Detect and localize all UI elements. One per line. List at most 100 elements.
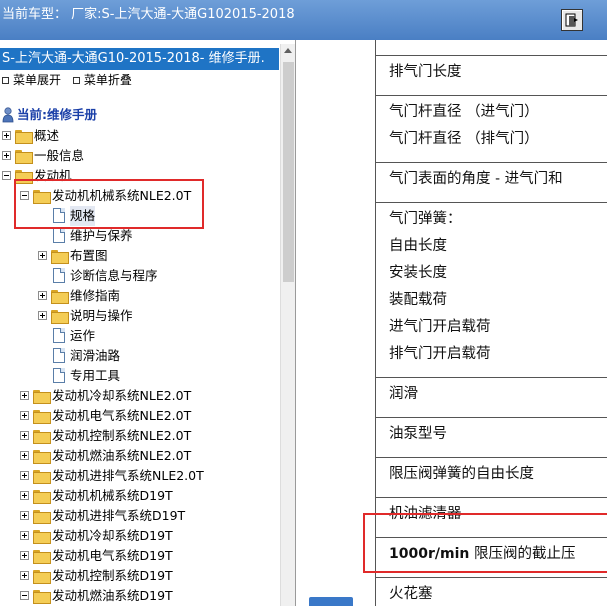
- tree-item-label: 说明与操作: [70, 308, 133, 323]
- tree-item-label: 发动机电气系统D19T: [52, 548, 173, 563]
- folder-icon: [15, 150, 33, 164]
- expand-plus-icon[interactable]: [2, 131, 11, 140]
- expand-plus-icon[interactable]: [20, 411, 29, 420]
- spec-text: 排气门长度: [389, 64, 462, 80]
- spec-table: 排气门长度 气门杆直径 （进气门） 气门杆直径 （排气门） 气门表面的角度 - 进气门…: [375, 40, 607, 606]
- tree-item[interactable]: 运作: [0, 326, 279, 346]
- collapse-minus-icon[interactable]: [20, 191, 29, 200]
- window-title: 当前车型： 厂家:S-上汽大通-大通G102015-2018: [2, 7, 295, 22]
- tree-item[interactable]: 一般信息: [0, 146, 279, 166]
- tree-item-label: 规格: [70, 206, 96, 226]
- spec-text: 安装长度: [389, 265, 447, 281]
- tree-item-label: 发动机控制系统D19T: [52, 568, 173, 583]
- spec-row: 油泵型号: [376, 417, 607, 457]
- expand-plus-icon[interactable]: [20, 571, 29, 580]
- tree-item-label: 概述: [34, 128, 60, 143]
- tree-item[interactable]: 发动机进排气系统D19T: [0, 506, 279, 526]
- exit-button[interactable]: [561, 9, 583, 31]
- spec-text: 油泵型号: [389, 426, 447, 442]
- tree-item[interactable]: 诊断信息与程序: [0, 266, 279, 286]
- folder-icon: [33, 510, 51, 524]
- folder-icon: [33, 410, 51, 424]
- tree-item[interactable]: 概述: [0, 126, 279, 146]
- expand-plus-icon[interactable]: [38, 311, 47, 320]
- tree-item[interactable]: 发动机冷却系统NLE2.0T: [0, 386, 279, 406]
- tree-item-label: 维护与保养: [70, 228, 133, 243]
- tree-item[interactable]: 维护与保养: [0, 226, 279, 246]
- expand-plus-icon[interactable]: [2, 151, 11, 160]
- folder-icon: [33, 430, 51, 444]
- spec-row: 火花塞: [376, 577, 607, 606]
- collapse-all-button[interactable]: 菜单折叠: [71, 71, 132, 88]
- document-icon: [53, 208, 65, 223]
- tree-item[interactable]: 发动机控制系统D19T: [0, 566, 279, 586]
- tree-item-label: 运作: [70, 328, 96, 343]
- expand-plus-icon[interactable]: [20, 391, 29, 400]
- tree-item[interactable]: 发动机电气系统NLE2.0T: [0, 406, 279, 426]
- expand-plus-icon[interactable]: [20, 431, 29, 440]
- tree-item[interactable]: 发动机进排气系统NLE2.0T: [0, 466, 279, 486]
- tree-item[interactable]: 发动机燃油系统D19T: [0, 586, 279, 606]
- expand-plus-icon[interactable]: [20, 531, 29, 540]
- tree-item[interactable]: 润滑油路: [0, 346, 279, 366]
- document-icon: [53, 268, 65, 283]
- tree-item[interactable]: 规格: [0, 206, 279, 226]
- expand-plus-icon[interactable]: [20, 511, 29, 520]
- collapse-minus-icon[interactable]: [2, 171, 11, 180]
- folder-icon: [15, 130, 33, 144]
- tree-item-label: 诊断信息与程序: [70, 268, 158, 283]
- tree-item[interactable]: 说明与操作: [0, 306, 279, 326]
- document-icon: [53, 328, 65, 343]
- tree-item[interactable]: 发动机: [0, 166, 279, 186]
- folder-icon: [51, 290, 69, 304]
- tree-item[interactable]: 布置图: [0, 246, 279, 266]
- expand-icon: [2, 76, 9, 84]
- expand-plus-icon[interactable]: [20, 491, 29, 500]
- expand-all-label: 菜单展开: [13, 73, 62, 87]
- tree-item[interactable]: 发动机控制系统NLE2.0T: [0, 426, 279, 446]
- spec-text: 气门杆直径 （进气门）: [389, 104, 539, 120]
- document-icon: [53, 348, 65, 363]
- tree-item[interactable]: 发动机电气系统D19T: [0, 546, 279, 566]
- manual-title: S-上汽大通-大通G10-2015-2018- 维修手册.: [0, 48, 279, 70]
- spec-text: 机油滤清器: [389, 506, 462, 522]
- sidebar-scrollbar[interactable]: [280, 44, 295, 606]
- expand-plus-icon[interactable]: [20, 451, 29, 460]
- document-icon: [53, 368, 65, 383]
- tree-item[interactable]: 维修指南: [0, 286, 279, 306]
- spec-text: 润滑: [389, 386, 418, 402]
- expand-plus-icon[interactable]: [38, 251, 47, 260]
- tree-item-label: 布置图: [70, 248, 108, 263]
- top-bar: 当前车型： 厂家:S-上汽大通-大通G102015-2018: [0, 0, 607, 40]
- folder-icon: [33, 570, 51, 584]
- scroll-up-icon[interactable]: [284, 48, 292, 53]
- tree-root[interactable]: 当前:维修手册: [0, 105, 279, 125]
- sidebar-panel: S-上汽大通-大通G10-2015-2018- 维修手册. 菜单展开 菜单折叠 …: [0, 40, 296, 606]
- expand-plus-icon[interactable]: [20, 551, 29, 560]
- spec-text: 火花塞: [389, 586, 433, 602]
- scrollbar-thumb[interactable]: [283, 62, 294, 282]
- menu-actions: 菜单展开 菜单折叠: [0, 71, 138, 89]
- spec-row: 气门弹簧： 自由长度 安装长度 装配载荷 进气门开启载荷 排气门开启载荷: [376, 202, 607, 377]
- spec-text: 自由长度: [389, 238, 447, 254]
- tree-item[interactable]: 发动机机械系统NLE2.0T: [0, 186, 279, 206]
- expand-plus-icon[interactable]: [20, 471, 29, 480]
- expand-all-button[interactable]: 菜单展开: [0, 71, 61, 88]
- folder-icon: [33, 190, 51, 204]
- tree-item-label: 润滑油路: [70, 348, 121, 363]
- folder-icon: [33, 530, 51, 544]
- expand-plus-icon[interactable]: [38, 291, 47, 300]
- tree-item[interactable]: 发动机燃油系统NLE2.0T: [0, 446, 279, 466]
- collapse-all-label: 菜单折叠: [83, 73, 132, 87]
- spec-text: 排气门开启载荷: [389, 346, 491, 362]
- tree-item[interactable]: 发动机冷却系统D19T: [0, 526, 279, 546]
- spec-text: 气门杆直径 （排气门）: [389, 131, 539, 147]
- tree-item-label: 维修指南: [70, 288, 121, 303]
- folder-icon: [33, 550, 51, 564]
- tree-item[interactable]: 专用工具: [0, 366, 279, 386]
- folder-icon: [33, 470, 51, 484]
- tree-item[interactable]: 发动机机械系统D19T: [0, 486, 279, 506]
- collapse-minus-icon[interactable]: [20, 591, 29, 600]
- tree-item-label: 发动机: [34, 168, 72, 183]
- spec-row: 气门杆直径 （进气门） 气门杆直径 （排气门）: [376, 95, 607, 162]
